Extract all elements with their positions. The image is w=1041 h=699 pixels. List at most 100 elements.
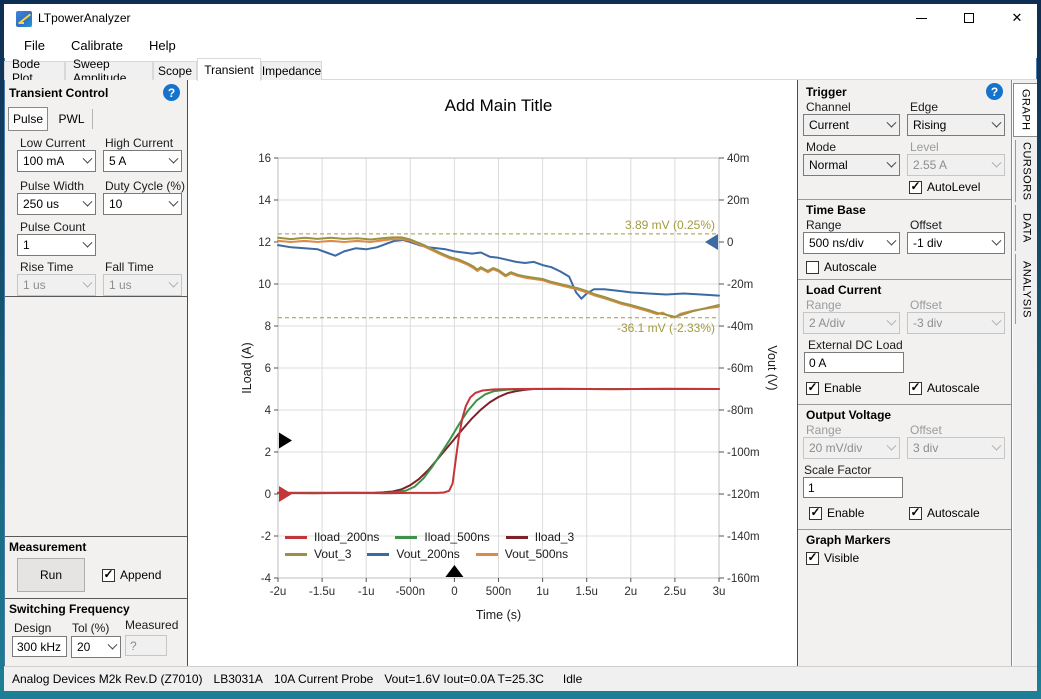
pulse-width-label: Pulse Width (20, 179, 84, 193)
svg-text:20m: 20m (727, 195, 749, 207)
title-bar: LTpowerAnalyzer ✕ (4, 4, 1037, 32)
svg-text:6: 6 (265, 363, 271, 375)
rise-time-select: 1 us (17, 274, 96, 296)
minimize-icon (916, 18, 927, 19)
side-tab-cursors[interactable]: CURSORS (1015, 140, 1037, 202)
high-current-select[interactable]: 5 A (103, 150, 182, 172)
subtab-pwl[interactable]: PWL (51, 109, 93, 129)
output-voltage-offset-label: Offset (910, 423, 942, 437)
measured-label: Measured (125, 618, 178, 632)
chevron-down-icon (992, 157, 1002, 167)
pulse-count-select[interactable]: 1 (17, 234, 96, 256)
scale-factor-input[interactable] (803, 477, 903, 498)
low-current-select[interactable]: 100 mA (17, 150, 96, 172)
help-icon[interactable]: ? (986, 83, 1003, 100)
duty-cycle-select[interactable]: 10 (103, 193, 182, 215)
main-tab-bar: Bode Plot Sweep Amplitude Scope Transien… (4, 58, 1037, 80)
legend-swatch (476, 553, 498, 556)
output-voltage-enable-checkbox[interactable]: Enable (809, 506, 864, 520)
svg-text:-140m: -140m (727, 531, 760, 543)
iload-zero-marker[interactable] (279, 486, 292, 502)
subtab-pulse[interactable]: Pulse (8, 107, 48, 131)
tab-transient[interactable]: Transient (197, 58, 261, 81)
pulse-width-select[interactable]: 250 us (17, 193, 96, 215)
autolevel-checkbox[interactable]: AutoLevel (909, 180, 980, 194)
tab-sweep-amplitude[interactable]: Sweep Amplitude (65, 61, 153, 80)
trigger-title: Trigger (806, 85, 847, 99)
svg-text:40m: 40m (727, 153, 749, 165)
fall-time-label: Fall Time (105, 260, 154, 274)
legend-swatch (285, 536, 307, 539)
trigger-time-marker[interactable] (445, 565, 463, 577)
tab-impedance[interactable]: Impedance (261, 61, 322, 80)
legend-item-Vout_3: Vout_3 (285, 547, 351, 561)
chevron-down-icon (169, 153, 179, 163)
append-checkbox[interactable]: Append (102, 568, 161, 582)
chart-area: Add Main Title 1614121086420-2-440m20m0-… (189, 80, 797, 666)
output-voltage-range-label: Range (806, 423, 841, 437)
side-tab-data[interactable]: DATA (1015, 205, 1037, 251)
minimize-button[interactable] (898, 4, 944, 32)
trigger-channel-select[interactable]: Current (803, 114, 900, 136)
trigger-level-select: 2.55 A (907, 154, 1005, 176)
trigger-mode-select[interactable]: Normal (803, 154, 900, 176)
settings-panel: Trigger ? Channel Edge Current Rising Mo… (797, 80, 1012, 666)
time-base-offset-select[interactable]: -1 div (907, 232, 1005, 254)
close-button[interactable]: ✕ (994, 4, 1040, 32)
time-base-autoscale-checkbox[interactable]: Autoscale (806, 260, 877, 274)
design-input[interactable] (12, 636, 67, 657)
trigger-mode-label: Mode (806, 140, 836, 154)
load-current-autoscale-checkbox[interactable]: Autoscale (909, 381, 980, 395)
side-tab-analysis[interactable]: ANALYSIS (1015, 254, 1037, 324)
help-icon[interactable]: ? (163, 84, 180, 101)
legend-item-Iload_200ns: Iload_200ns (285, 530, 379, 544)
trigger-level-marker[interactable] (279, 432, 292, 448)
svg-text:-4: -4 (261, 573, 272, 585)
section-divider (798, 199, 1011, 200)
svg-text:-1u: -1u (358, 586, 375, 598)
side-tab-graph[interactable]: GRAPH (1013, 83, 1037, 137)
load-current-offset-select: -3 div (907, 312, 1005, 334)
svg-text:-500n: -500n (396, 586, 425, 598)
menu-file[interactable]: File (14, 34, 55, 57)
menu-calibrate[interactable]: Calibrate (61, 34, 133, 57)
menu-help[interactable]: Help (139, 34, 186, 57)
legend-label: Iload_3 (535, 530, 574, 544)
tab-bode-plot[interactable]: Bode Plot (4, 61, 65, 80)
design-label: Design (14, 621, 51, 635)
external-dc-load-input[interactable] (804, 352, 904, 373)
vout-zero-marker[interactable] (705, 234, 718, 250)
low-current-label: Low Current (20, 136, 85, 150)
output-voltage-autoscale-checkbox[interactable]: Autoscale (909, 506, 980, 520)
chevron-down-icon (83, 153, 93, 163)
checkbox-box (806, 261, 819, 274)
trigger-edge-select[interactable]: Rising (907, 114, 1005, 136)
legend-swatch (367, 553, 389, 556)
tol-select[interactable]: 20 (71, 636, 121, 658)
plot-legend: Iload_200nsIload_500nsIload_3Vout_3Vout_… (285, 530, 657, 564)
close-icon: ✕ (1012, 10, 1023, 26)
chevron-down-icon (887, 117, 897, 127)
legend-swatch (285, 553, 307, 556)
measured-field (125, 635, 167, 656)
run-button[interactable]: Run (17, 558, 85, 592)
svg-text:2.5u: 2.5u (664, 586, 686, 598)
load-current-enable-checkbox[interactable]: Enable (806, 381, 861, 395)
chevron-down-icon (83, 196, 93, 206)
svg-text:-60m: -60m (727, 363, 753, 375)
svg-text:0: 0 (727, 237, 733, 249)
time-base-range-select[interactable]: 500 ns/div (803, 232, 900, 254)
graph-markers-visible-checkbox[interactable]: Visible (806, 551, 859, 565)
checkbox-check-icon (909, 507, 922, 520)
svg-text:-20m: -20m (727, 279, 753, 291)
chevron-down-icon (887, 157, 897, 167)
tab-scope[interactable]: Scope (153, 61, 197, 80)
svg-text:-160m: -160m (727, 573, 760, 585)
maximize-button[interactable] (946, 4, 992, 32)
svg-text:8: 8 (265, 321, 271, 333)
legend-item-Vout_200ns: Vout_200ns (367, 547, 459, 561)
svg-text:500n: 500n (486, 586, 512, 598)
section-divider (798, 404, 1011, 405)
y-axis-label-right: Vout (V) (763, 323, 779, 413)
section-divider (798, 279, 1011, 280)
